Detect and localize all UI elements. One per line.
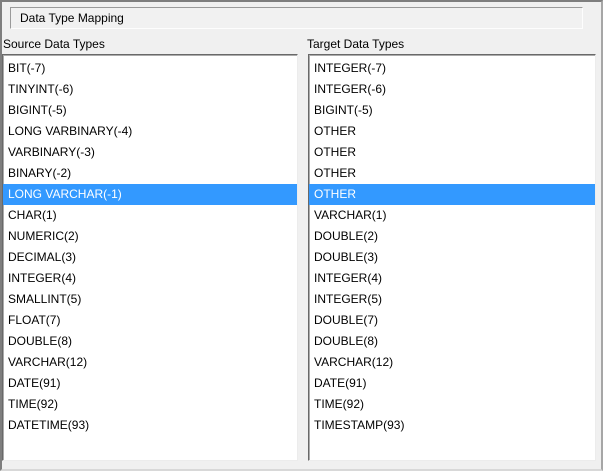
list-item[interactable]: BIGINT(-5) <box>309 100 595 121</box>
list-item[interactable]: NUMERIC(2) <box>3 226 297 247</box>
list-item[interactable]: DOUBLE(7) <box>309 310 595 331</box>
list-item[interactable]: BIT(-7) <box>3 58 297 79</box>
list-item[interactable]: INTEGER(4) <box>3 268 297 289</box>
list-item[interactable]: INTEGER(-6) <box>309 79 595 100</box>
list-item[interactable]: OTHER <box>309 184 595 205</box>
list-item[interactable]: LONG VARCHAR(-1) <box>3 184 297 205</box>
list-item[interactable]: DATE(91) <box>309 373 595 394</box>
dialog-title-field: Data Type Mapping <box>10 7 583 29</box>
list-item[interactable]: OTHER <box>309 121 595 142</box>
target-data-types-listbox[interactable]: INTEGER(-7)INTEGER(-6)BIGINT(-5)OTHEROTH… <box>308 54 596 461</box>
list-item[interactable]: TIMESTAMP(93) <box>309 415 595 436</box>
list-item[interactable]: VARCHAR(1) <box>309 205 595 226</box>
data-type-mapping-dialog: Data Type Mapping Source Data Types Targ… <box>0 0 603 471</box>
source-list-items: BIT(-7)TINYINT(-6)BIGINT(-5)LONG VARBINA… <box>3 55 297 436</box>
source-list-label: Source Data Types <box>3 36 105 52</box>
list-item[interactable]: DATE(91) <box>3 373 297 394</box>
list-item[interactable]: LONG VARBINARY(-4) <box>3 121 297 142</box>
list-item[interactable]: OTHER <box>309 163 595 184</box>
list-item[interactable]: DOUBLE(8) <box>3 331 297 352</box>
list-item[interactable]: INTEGER(5) <box>309 289 595 310</box>
list-item[interactable]: FLOAT(7) <box>3 310 297 331</box>
list-item[interactable]: BINARY(-2) <box>3 163 297 184</box>
list-item[interactable]: VARBINARY(-3) <box>3 142 297 163</box>
list-item[interactable]: SMALLINT(5) <box>3 289 297 310</box>
list-item[interactable]: DOUBLE(2) <box>309 226 595 247</box>
list-item[interactable]: CHAR(1) <box>3 205 297 226</box>
list-item[interactable]: BIGINT(-5) <box>3 100 297 121</box>
list-item[interactable]: OTHER <box>309 142 595 163</box>
list-item[interactable]: VARCHAR(12) <box>3 352 297 373</box>
source-data-types-listbox[interactable]: BIT(-7)TINYINT(-6)BIGINT(-5)LONG VARBINA… <box>2 54 298 461</box>
list-item[interactable]: INTEGER(-7) <box>309 58 595 79</box>
list-item[interactable]: TIME(92) <box>309 394 595 415</box>
list-item[interactable]: DOUBLE(8) <box>309 331 595 352</box>
list-item[interactable]: INTEGER(4) <box>309 268 595 289</box>
list-item[interactable]: TINYINT(-6) <box>3 79 297 100</box>
list-item[interactable]: VARCHAR(12) <box>309 352 595 373</box>
list-item[interactable]: TIME(92) <box>3 394 297 415</box>
list-item[interactable]: DOUBLE(3) <box>309 247 595 268</box>
target-list-label: Target Data Types <box>307 36 404 52</box>
list-item[interactable]: DATETIME(93) <box>3 415 297 436</box>
target-list-items: INTEGER(-7)INTEGER(-6)BIGINT(-5)OTHEROTH… <box>309 55 595 436</box>
list-item[interactable]: DECIMAL(3) <box>3 247 297 268</box>
